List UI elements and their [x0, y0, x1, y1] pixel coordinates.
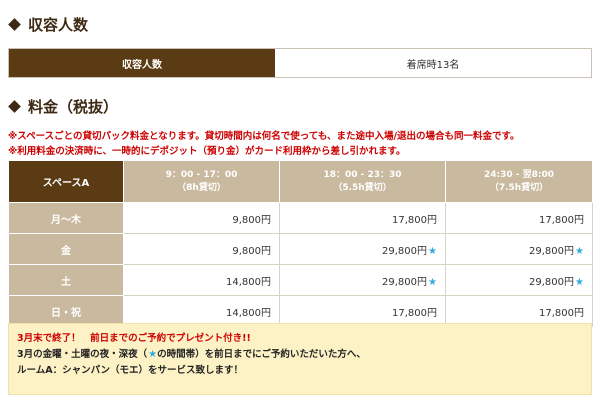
fee-table-row: 月〜木 9,800円 17,800円 17,800円: [8, 202, 593, 234]
price-cell: 17,800円: [279, 295, 446, 327]
price-value: 17,800円: [392, 307, 437, 319]
price-value: 9,800円: [232, 214, 271, 226]
price-cell: 9,800円: [123, 202, 280, 234]
space-label: スペースA: [8, 160, 124, 203]
capacity-value: 着席時13名: [275, 49, 591, 77]
capacity-heading-text: 収容人数: [28, 16, 89, 34]
price-cell: 9,800円: [123, 233, 280, 265]
price-value: 17,800円: [539, 307, 584, 319]
time-duration: （8h貸切）: [177, 182, 226, 193]
day-label: 金: [8, 233, 124, 265]
time-range: 9：00 - 17：00: [165, 169, 238, 180]
day-label: 月〜木: [8, 202, 124, 234]
price-value: 29,800円: [529, 245, 575, 257]
time-duration: （7.5h貸切）: [489, 182, 549, 193]
price-value: 17,800円: [539, 214, 584, 226]
fee-table-header-row: スペースA 9：00 - 17：00 （8h貸切） 18：00 - 23：30 …: [8, 160, 593, 203]
day-label: 日・祝: [8, 295, 124, 327]
price-cell: 29,800円★: [279, 264, 446, 296]
campaign-notice: 3月末で終了！ 前日までのご予約でプレゼント付き!! 3月の金曜・土曜の夜・深夜…: [8, 323, 592, 395]
fee-table: スペースA 9：00 - 17：00 （8h貸切） 18：00 - 23：30 …: [8, 160, 593, 327]
fee-heading-text: 料金（税抜）: [28, 98, 119, 116]
capacity-label: 収容人数: [9, 49, 275, 77]
diamond-bullet-icon: [8, 100, 21, 113]
price-cell: 14,800円: [123, 295, 280, 327]
time-range: 24:30 - 翌8:00: [483, 169, 555, 180]
fee-heading: 料金（税抜）: [8, 96, 118, 117]
time-range: 18：00 - 23：30: [323, 169, 402, 180]
price-cell: 17,800円: [279, 202, 446, 234]
price-value: 29,800円: [382, 276, 428, 288]
capacity-table: 収容人数 着席時13名: [8, 48, 592, 78]
notice-line: 3月の金曜・土曜の夜・深夜（★の時間帯）を前日までにご予約いただいた方へ、: [17, 347, 583, 363]
price-value: 29,800円: [529, 276, 575, 288]
time-column-header: 24:30 - 翌8:00 （7.5h貸切）: [445, 160, 593, 203]
capacity-heading: 収容人数: [8, 14, 88, 35]
notice-line: ルームA：シャンパン（モエ）をサービス致します！: [17, 365, 244, 376]
time-duration: （5.5h貸切）: [333, 182, 392, 193]
star-icon: ★: [575, 245, 584, 257]
price-cell: 29,800円★: [279, 233, 446, 265]
time-column-header: 9：00 - 17：00 （8h貸切）: [123, 160, 280, 203]
price-cell: 29,800円★: [445, 233, 593, 265]
star-icon: ★: [148, 349, 158, 360]
price-value: 14,800円: [226, 276, 271, 288]
star-icon: ★: [428, 245, 437, 257]
fee-table-row: 金 9,800円 29,800円★ 29,800円★: [8, 233, 593, 265]
price-value: 29,800円: [382, 245, 428, 257]
fee-table-row: 土 14,800円 29,800円★ 29,800円★: [8, 264, 593, 296]
fee-note: ※利用料金の決済時に、一時的にデポジット（預り金）がカード利用枠から差し引かれま…: [8, 146, 406, 157]
price-cell: 17,800円: [445, 202, 593, 234]
star-icon: ★: [428, 276, 437, 288]
price-value: 17,800円: [392, 214, 437, 226]
fee-notes: ※スペースごとの貸切パック料金となります。貸切時間内は何名で使っても、また途中入…: [8, 129, 520, 159]
time-column-header: 18：00 - 23：30 （5.5h貸切）: [279, 160, 446, 203]
price-cell: 29,800円★: [445, 264, 593, 296]
fee-note: ※スペースごとの貸切パック料金となります。貸切時間内は何名で使っても、また途中入…: [8, 131, 520, 142]
star-icon: ★: [575, 276, 584, 288]
price-value: 9,800円: [232, 245, 271, 257]
day-label: 土: [8, 264, 124, 296]
price-value: 14,800円: [226, 307, 271, 319]
price-cell: 17,800円: [445, 295, 593, 327]
notice-text-part: の時間帯）を前日までにご予約いただいた方へ、: [157, 349, 366, 360]
notice-text-part: 3月の金曜・土曜の夜・深夜（: [17, 349, 148, 360]
fee-table-row: 日・祝 14,800円 17,800円 17,800円: [8, 295, 593, 327]
diamond-bullet-icon: [8, 18, 21, 31]
notice-title: 3月末で終了！ 前日までのご予約でプレゼント付き!!: [17, 333, 251, 344]
price-cell: 14,800円: [123, 264, 280, 296]
